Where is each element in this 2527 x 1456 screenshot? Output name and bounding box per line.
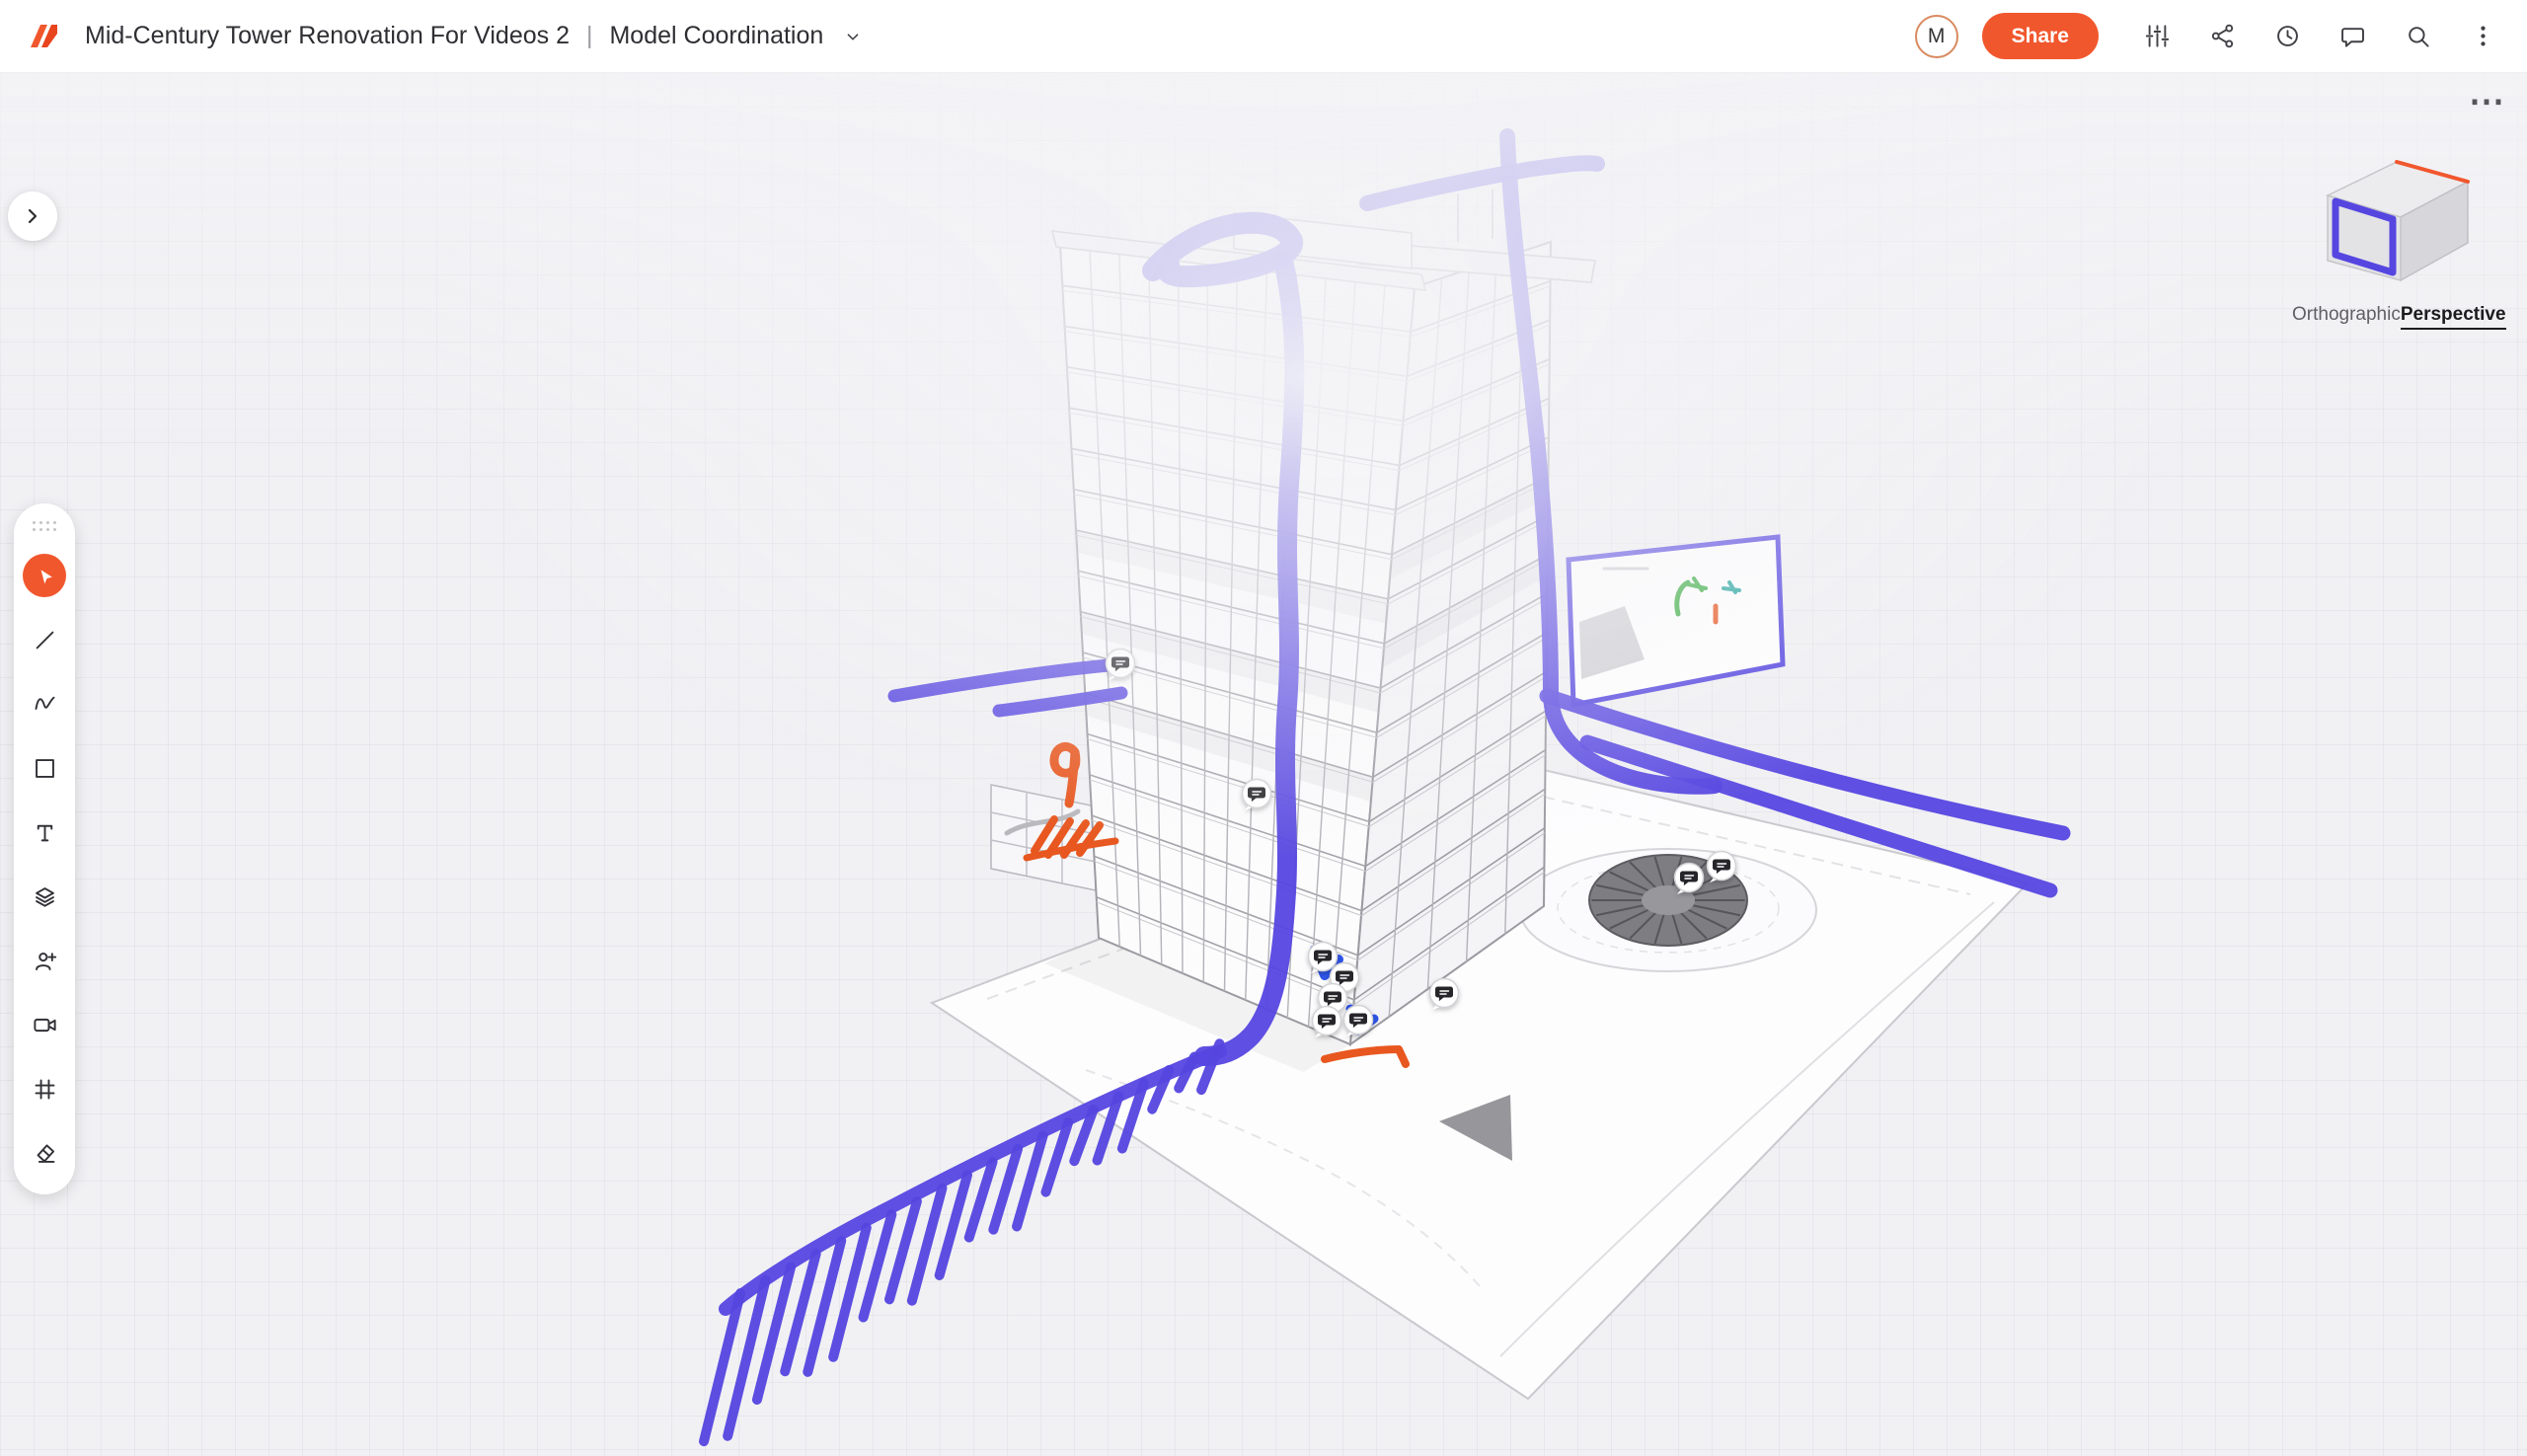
model-canvas[interactable]: Orthographic Perspective ⋯ xyxy=(0,73,2527,1456)
search-icon[interactable] xyxy=(2397,16,2438,57)
toolbar-drag-handle[interactable] xyxy=(31,519,58,533)
tower-model xyxy=(1052,190,1595,1044)
image-billboard[interactable] xyxy=(1569,537,1783,705)
eraser-tool-button[interactable] xyxy=(23,1131,66,1175)
ink-top-horizontal[interactable] xyxy=(1367,163,1597,203)
line-icon xyxy=(32,627,58,653)
rectangle-tool-button[interactable] xyxy=(23,746,66,790)
header-right: M Share xyxy=(1915,13,2503,59)
frame-icon xyxy=(32,1076,58,1103)
document-title[interactable]: Mid-Century Tower Renovation For Videos … xyxy=(85,22,864,50)
share-button[interactable]: Share xyxy=(1982,13,2099,59)
perspective-toggle[interactable]: Perspective xyxy=(2401,304,2506,330)
drawing-toolbar xyxy=(14,503,75,1194)
spiral-pavilion xyxy=(1520,849,1816,971)
avatar[interactable]: M xyxy=(1915,15,1958,58)
header-left: Mid-Century Tower Renovation For Videos … xyxy=(22,15,864,58)
avatar-initial: M xyxy=(1928,25,1946,48)
project-title: Mid-Century Tower Renovation For Videos … xyxy=(85,22,570,50)
view-subtitle: Model Coordination xyxy=(609,22,823,50)
freehand-tool-button[interactable] xyxy=(23,682,66,726)
frame-tool-button[interactable] xyxy=(23,1067,66,1111)
eraser-icon xyxy=(32,1140,58,1167)
orthographic-toggle[interactable]: Orthographic xyxy=(2292,304,2401,326)
text-icon xyxy=(32,819,58,846)
chevron-right-icon xyxy=(30,210,36,222)
settings-sliders-icon[interactable] xyxy=(2136,16,2178,57)
share-nodes-icon[interactable] xyxy=(2201,16,2243,57)
line-tool-button[interactable] xyxy=(23,618,66,661)
video-camera-icon xyxy=(32,1012,58,1038)
ink-orange-nine[interactable] xyxy=(1054,746,1076,804)
view-cube-widget: Orthographic Perspective xyxy=(2290,144,2503,330)
chevron-down-icon[interactable] xyxy=(842,26,864,47)
add-collaborator-tool-button[interactable] xyxy=(23,939,66,982)
layers-tool-button[interactable] xyxy=(23,875,66,918)
view-cube[interactable] xyxy=(2310,144,2484,294)
top-bar: Mid-Century Tower Renovation For Videos … xyxy=(0,0,2527,73)
select-tool-button[interactable] xyxy=(23,554,66,597)
cursor-icon xyxy=(32,563,58,589)
ink-left-line-1[interactable] xyxy=(894,665,1109,696)
squiggle-icon xyxy=(32,691,58,718)
text-tool-button[interactable] xyxy=(23,810,66,854)
app-logo-icon[interactable] xyxy=(22,15,65,58)
ink-roof-scribble[interactable] xyxy=(1153,223,1292,276)
person-add-icon xyxy=(32,948,58,974)
history-clock-icon[interactable] xyxy=(2266,16,2308,57)
canvas-more-button[interactable]: ⋯ xyxy=(2469,83,2507,118)
title-separator: | xyxy=(586,22,593,50)
video-tool-button[interactable] xyxy=(23,1003,66,1046)
comments-icon[interactable] xyxy=(2332,16,2373,57)
more-options-kebab-icon[interactable] xyxy=(2462,16,2503,57)
expand-panel-button[interactable] xyxy=(8,192,57,241)
ink-comb-hatches[interactable] xyxy=(704,1043,1219,1441)
scene-canvas[interactable] xyxy=(0,73,2527,1456)
layers-icon xyxy=(32,883,58,910)
rectangle-icon xyxy=(32,755,58,782)
